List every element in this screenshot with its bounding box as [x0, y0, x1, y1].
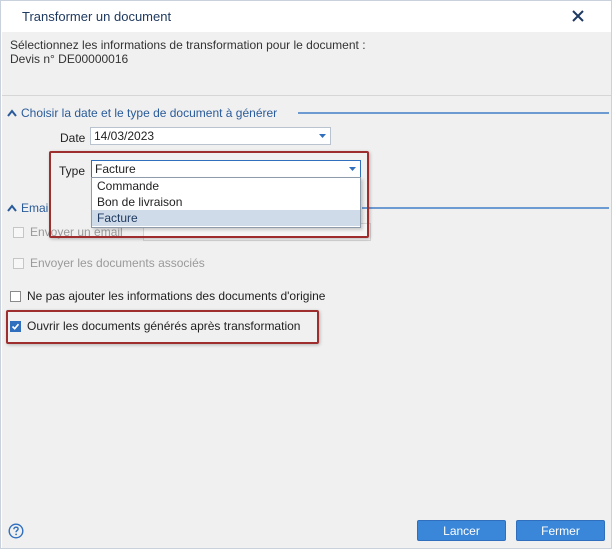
intro-line-1: Sélectionnez les informations de transfo… — [10, 38, 366, 52]
date-value: 14/03/2023 — [94, 129, 155, 143]
date-picker[interactable]: 14/03/2023 — [90, 127, 331, 145]
dialog-titlebar: Transformer un document — [1, 1, 611, 31]
intro-separator — [2, 95, 611, 96]
chevron-up-icon — [7, 204, 17, 212]
transform-dialog: Transformer un document Sélectionnez les… — [0, 0, 612, 549]
intro-text: Sélectionnez les informations de transfo… — [10, 38, 366, 66]
close-button[interactable] — [567, 5, 589, 27]
help-button[interactable] — [8, 523, 24, 539]
section-date-type-header[interactable]: Choisir la date et le type de document à… — [6, 105, 277, 121]
send-associated-checkbox — [13, 257, 24, 269]
section-email-title: Email — [21, 201, 52, 215]
chevron-up-icon — [7, 109, 17, 117]
no-origin-info-checkbox[interactable] — [10, 290, 21, 302]
date-label: Date — [60, 131, 86, 145]
send-associated-label: Envoyer les documents associés — [30, 256, 205, 270]
intro-line-2: Devis n° DE00000016 — [10, 52, 129, 66]
send-associated-row: Envoyer les documents associés — [13, 255, 205, 271]
lancer-button[interactable]: Lancer — [417, 520, 506, 541]
close-icon — [572, 10, 584, 22]
open-generated-highlight-box — [6, 310, 319, 344]
dialog-title: Transformer un document — [22, 9, 172, 24]
no-origin-info-label: Ne pas ajouter les informations des docu… — [27, 289, 326, 303]
section-email-header[interactable]: Email — [6, 200, 51, 216]
fermer-button[interactable]: Fermer — [516, 520, 605, 541]
dialog-body: Sélectionnez les informations de transfo… — [2, 32, 611, 548]
section-date-type-line — [298, 112, 609, 114]
help-icon — [8, 523, 24, 539]
section-date-type-title: Choisir la date et le type de document à… — [21, 106, 278, 120]
chevron-down-icon — [319, 134, 326, 138]
type-highlight-box — [49, 151, 369, 238]
no-origin-info-row[interactable]: Ne pas ajouter les informations des docu… — [10, 288, 325, 304]
section-email-line — [362, 207, 609, 209]
send-email-checkbox — [13, 226, 24, 238]
